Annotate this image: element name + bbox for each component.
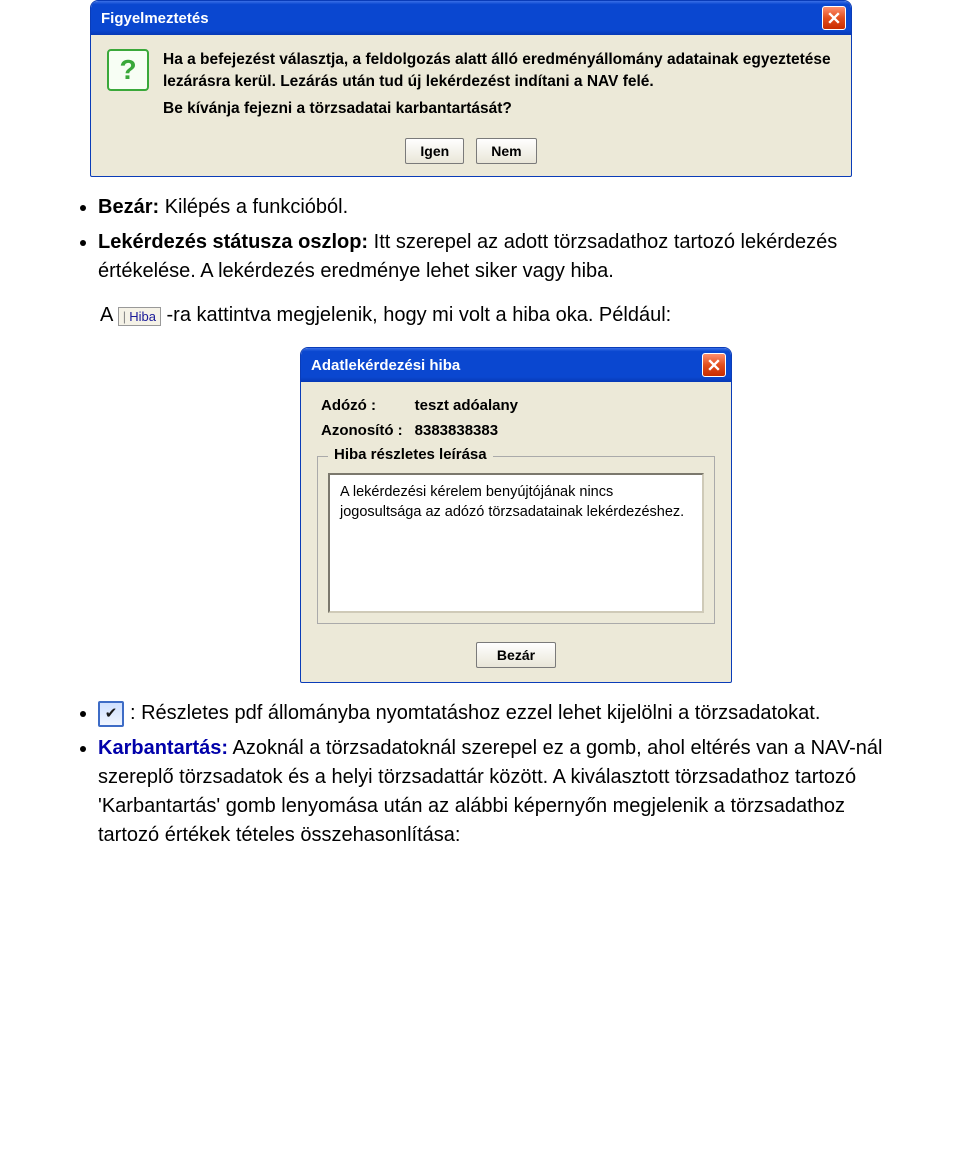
close-icon[interactable]: [822, 6, 846, 30]
hiba-link[interactable]: |Hiba: [118, 307, 161, 326]
hiba-link-label: Hiba: [129, 309, 156, 324]
warning-title: Figyelmeztetés: [101, 10, 209, 27]
dialog-message-line1: Ha a befejezést választja, a feldolgozás…: [163, 49, 835, 94]
azon-label: Azonosító :: [321, 419, 413, 442]
close-button[interactable]: Bezár: [476, 642, 556, 668]
error-dialog: Adatlekérdezési hiba Adózó : teszt adóal…: [300, 347, 732, 683]
info-table: Adózó : teszt adóalany Azonosító : 83838…: [319, 392, 530, 444]
error-details-textbox: A lekérdezési kérelem benyújtójának ninc…: [328, 473, 704, 613]
lekerdezes-label: Lekérdezés státusza oszlop:: [98, 231, 368, 253]
hiba-prefix: A: [100, 304, 118, 326]
question-icon: ?: [107, 49, 149, 91]
warning-titlebar: Figyelmeztetés: [91, 1, 851, 35]
list-item: ✔ : Részletes pdf állományba nyomtatáshoz…: [98, 699, 890, 728]
adozo-value: teszt adóalany: [415, 394, 528, 417]
error-fieldset: Hiba részletes leírása A lekérdezési kér…: [317, 456, 715, 624]
warning-dialog: Figyelmeztetés ? Ha a befejezést választ…: [90, 0, 852, 177]
list-item: Bezár: Kilépés a funkcióból.: [98, 193, 890, 222]
no-button[interactable]: Nem: [476, 138, 536, 164]
error-titlebar: Adatlekérdezési hiba: [301, 348, 731, 382]
list-item: Lekérdezés státusza oszlop: Itt szerepel…: [98, 228, 890, 286]
bezar-text: Kilépés a funkcióból.: [159, 196, 348, 218]
yes-button[interactable]: Igen: [405, 138, 464, 164]
hiba-mid: -ra kattintva megjelenik, hogy mi volt a…: [167, 304, 672, 326]
error-title: Adatlekérdezési hiba: [311, 357, 460, 374]
dialog-message: Ha a befejezést választja, a feldolgozás…: [163, 49, 835, 124]
fieldset-legend: Hiba részletes leírása: [328, 446, 493, 463]
dialog-message-line2: Be kívánja fejezni a törzsadatai karbant…: [163, 98, 835, 120]
close-icon[interactable]: [702, 353, 726, 377]
adozo-label: Adózó :: [321, 394, 413, 417]
karb-label: Karbantartás:: [98, 737, 228, 759]
azon-value: 8383838383: [415, 419, 528, 442]
list-item: Karbantartás: Azoknál a törzsadatoknál s…: [98, 734, 890, 850]
checkbox-icon: ✔: [98, 701, 124, 727]
checkbox-text: : Részletes pdf állományba nyomtatáshoz …: [130, 702, 820, 724]
bezar-label: Bezár:: [98, 196, 159, 218]
